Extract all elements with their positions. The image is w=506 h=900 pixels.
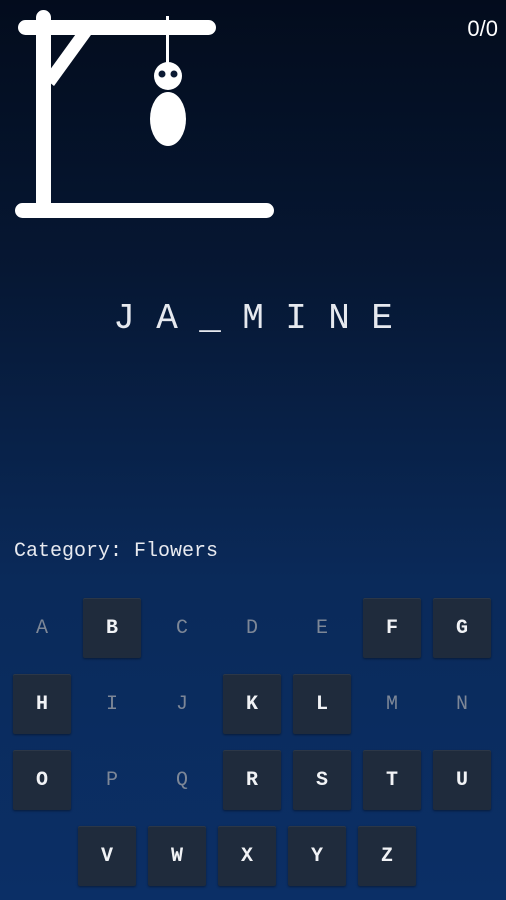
word-letter: J (113, 298, 135, 339)
keyboard-row-2: H I J K L M N (0, 674, 506, 736)
key-h[interactable]: H (13, 674, 71, 734)
key-a[interactable]: A (13, 598, 71, 658)
gallows-drawing (15, 10, 274, 218)
gallows-post (36, 10, 51, 213)
key-y[interactable]: Y (288, 826, 346, 886)
key-d[interactable]: D (223, 598, 281, 658)
word-letter: N (328, 298, 350, 339)
gallows-base (15, 203, 274, 218)
gallows-beam (18, 20, 216, 35)
score-counter: 0/0 (467, 16, 498, 41)
key-r[interactable]: R (223, 750, 281, 810)
word-letter: A (156, 298, 178, 339)
hangman-figure (150, 62, 186, 146)
key-k[interactable]: K (223, 674, 281, 734)
key-b[interactable]: B (83, 598, 141, 658)
word-letter: M (242, 298, 264, 339)
gallows-rope (166, 16, 169, 68)
key-o[interactable]: O (13, 750, 71, 810)
key-j[interactable]: J (153, 674, 211, 734)
key-c[interactable]: C (153, 598, 211, 658)
key-q[interactable]: Q (153, 750, 211, 810)
key-z[interactable]: Z (358, 826, 416, 886)
word-display: J A _ M I N E (0, 298, 506, 339)
key-w[interactable]: W (148, 826, 206, 886)
word-letter: I (285, 298, 307, 339)
key-l[interactable]: L (293, 674, 351, 734)
key-n[interactable]: N (433, 674, 491, 734)
key-v[interactable]: V (78, 826, 136, 886)
key-e[interactable]: E (293, 598, 351, 658)
key-f[interactable]: F (363, 598, 421, 658)
key-x[interactable]: X (218, 826, 276, 886)
key-i[interactable]: I (83, 674, 141, 734)
keyboard-row-1: A B C D E F G (0, 598, 506, 660)
key-s[interactable]: S (293, 750, 351, 810)
hangman-body (150, 92, 186, 146)
key-u[interactable]: U (433, 750, 491, 810)
hangman-head (154, 62, 182, 90)
key-m[interactable]: M (363, 674, 421, 734)
word-letter: _ (199, 298, 221, 339)
key-p[interactable]: P (83, 750, 141, 810)
category-label: Category: Flowers (14, 540, 219, 563)
keyboard-row-4: V W X Y Z (0, 826, 506, 888)
word-letter: E (371, 298, 393, 339)
keyboard-row-3: O P Q R S T U (0, 750, 506, 812)
key-g[interactable]: G (433, 598, 491, 658)
key-t[interactable]: T (363, 750, 421, 810)
